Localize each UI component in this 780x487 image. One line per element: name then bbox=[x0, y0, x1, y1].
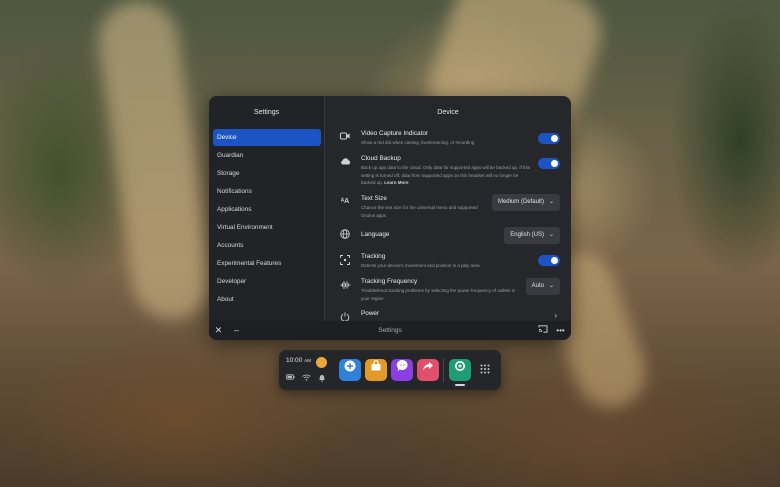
chevron-down-icon: ⌄ bbox=[548, 199, 554, 205]
background-light-beam bbox=[93, 0, 217, 325]
tracking-toggle[interactable] bbox=[538, 255, 560, 266]
language-dropdown[interactable]: English (US) ⌄ bbox=[504, 227, 560, 244]
setting-description: Detects your device's movement and posit… bbox=[361, 263, 480, 268]
dock-divider bbox=[443, 358, 444, 382]
dropdown-value: Auto bbox=[531, 283, 544, 289]
setting-title: Text Size bbox=[361, 195, 387, 202]
sidebar-item-notifications[interactable]: Notifications bbox=[213, 183, 321, 200]
globe-icon bbox=[339, 229, 351, 241]
sidebar-item-accounts[interactable]: Accounts bbox=[213, 237, 321, 254]
setting-description: Chance the text size for the universal m… bbox=[361, 205, 478, 218]
setting-title: Tracking Frequency bbox=[361, 278, 418, 285]
video-capture-toggle[interactable] bbox=[538, 133, 560, 144]
setting-title: Language bbox=[361, 231, 390, 238]
sidebar-item-experimental-features[interactable]: Experimental Features bbox=[213, 255, 321, 272]
setting-description: Troubleshoot tracking problems by select… bbox=[361, 288, 516, 301]
dropdown-value: Medium (Default) bbox=[497, 199, 544, 205]
settings-sidebar: Settings Device Guardian Storage Notific… bbox=[209, 96, 325, 321]
active-app-indicator bbox=[455, 384, 465, 386]
clock-ampm: AM bbox=[304, 358, 312, 363]
window-title: Settings bbox=[378, 327, 402, 334]
setting-title: Power bbox=[361, 310, 380, 317]
clock-time: 10:00 bbox=[286, 357, 303, 364]
tracking-icon bbox=[339, 255, 351, 267]
power-icon bbox=[339, 312, 351, 321]
text-size-dropdown[interactable]: Medium (Default) ⌄ bbox=[491, 194, 560, 211]
settings-main-pane: Device Video Capture Indicator Show a re… bbox=[325, 96, 571, 321]
setting-cloud-backup: Cloud Backup Back up app data to the clo… bbox=[325, 155, 571, 187]
messenger-app-icon[interactable] bbox=[391, 359, 413, 381]
window-bottom-bar: ✕ – Settings ••• bbox=[209, 321, 571, 340]
setting-title: Tracking bbox=[361, 253, 386, 260]
setting-tracking-frequency: Tracking Frequency Troubleshoot tracking… bbox=[325, 278, 571, 302]
app-library-grid-icon[interactable] bbox=[479, 364, 491, 376]
text-size-icon: ᴬA bbox=[340, 198, 350, 205]
sidebar-item-guardian[interactable]: Guardian bbox=[213, 147, 321, 164]
setting-title: Video Capture Indicator bbox=[361, 130, 429, 137]
video-camera-icon bbox=[339, 132, 351, 144]
wifi-icon[interactable] bbox=[302, 374, 311, 383]
sidebar-item-about[interactable]: About bbox=[213, 291, 321, 308]
setting-description: Back up app data to the cloud. Only data… bbox=[361, 164, 533, 187]
tracking-frequency-dropdown[interactable]: Auto ⌄ bbox=[525, 278, 560, 295]
notifications-bell-icon[interactable] bbox=[318, 374, 326, 384]
setting-text-size: ᴬA Text Size Chance the text size for th… bbox=[325, 194, 571, 218]
setting-tracking: Tracking Detects your device's movement … bbox=[325, 253, 571, 273]
chevron-down-icon: ⌄ bbox=[548, 283, 554, 289]
chevron-right-icon: › bbox=[554, 311, 557, 320]
settings-window: Settings Device Guardian Storage Notific… bbox=[209, 96, 571, 340]
chevron-down-icon: ⌄ bbox=[548, 232, 554, 238]
sidebar-item-applications[interactable]: Applications bbox=[213, 201, 321, 218]
clock: 10:00 AM bbox=[286, 357, 311, 364]
setting-title: Cloud Backup bbox=[361, 155, 401, 162]
battery-icon[interactable] bbox=[286, 374, 295, 382]
sidebar-item-developer[interactable]: Developer bbox=[213, 273, 321, 290]
explore-app-icon[interactable] bbox=[339, 359, 361, 381]
page-title: Device bbox=[437, 109, 459, 116]
share-app-icon[interactable] bbox=[417, 359, 439, 381]
avatar[interactable] bbox=[316, 357, 327, 368]
store-app-icon[interactable] bbox=[365, 359, 387, 381]
cloud-icon bbox=[339, 157, 351, 169]
sidebar-title: Settings bbox=[253, 109, 280, 116]
setting-language: Language English (US) ⌄ bbox=[325, 227, 571, 244]
dropdown-value: English (US) bbox=[510, 232, 544, 238]
setting-power[interactable]: Power › bbox=[325, 310, 571, 321]
waveform-icon bbox=[339, 280, 351, 292]
setting-video-capture-indicator: Video Capture Indicator Show a red dot w… bbox=[325, 130, 571, 150]
sidebar-item-virtual-environment[interactable]: Virtual Environment bbox=[213, 219, 321, 236]
setting-description: Show a red dot when casting, livestreami… bbox=[361, 140, 475, 145]
sidebar-item-device[interactable]: Device bbox=[213, 129, 321, 146]
universal-menu-dock: 10:00 AM bbox=[279, 350, 501, 390]
cast-icon[interactable] bbox=[536, 324, 549, 337]
cloud-backup-toggle[interactable] bbox=[538, 158, 560, 169]
more-options-icon[interactable]: ••• bbox=[554, 324, 567, 337]
settings-app-icon[interactable] bbox=[449, 359, 471, 381]
sidebar-item-storage[interactable]: Storage bbox=[213, 165, 321, 182]
learn-more-link[interactable]: Learn More bbox=[384, 180, 408, 185]
